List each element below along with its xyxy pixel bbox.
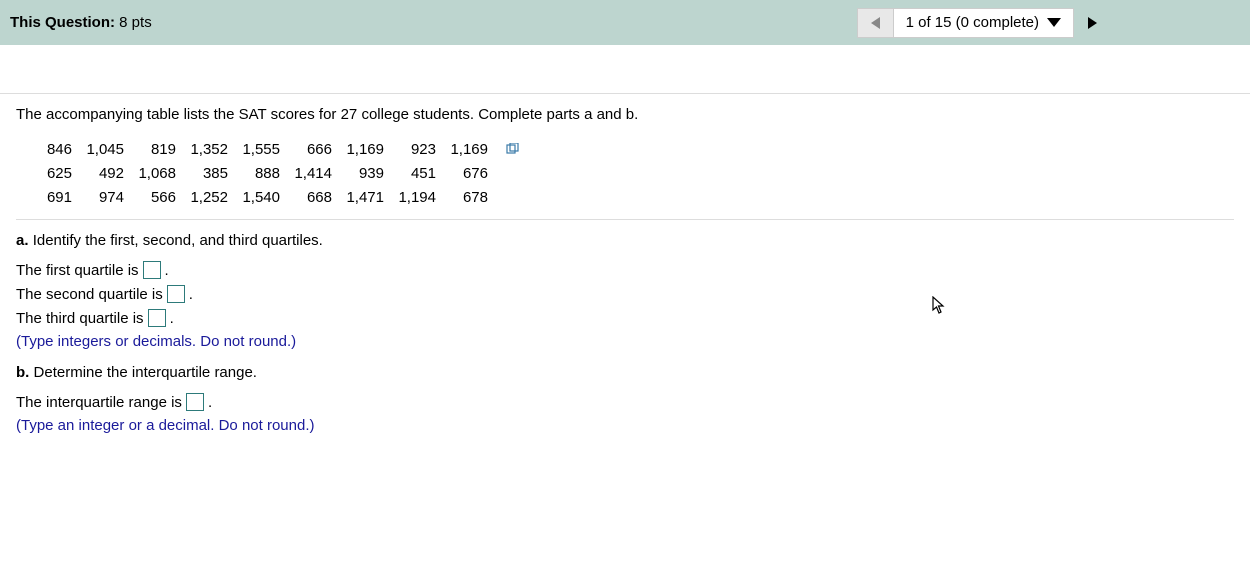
data-cell: 819 [128,141,180,158]
part-a-hint: (Type integers or decimals. Do not round… [16,333,1234,350]
data-cell: 691 [24,189,76,206]
period: . [165,262,169,279]
copy-data-icon[interactable] [506,142,520,156]
part-b-hint: (Type an integer or a decimal. Do not ro… [16,417,1234,434]
data-cell: 492 [76,165,128,182]
data-cell: 1,169 [336,141,388,158]
data-cell: 1,540 [232,189,284,206]
data-cell: 385 [180,165,232,182]
data-cell: 846 [24,141,76,158]
data-cell: 974 [76,189,128,206]
period: . [170,310,174,327]
answer-line-iqr: The interquartile range is . [16,393,1234,411]
data-cell: 1,068 [128,165,180,182]
question-label-prefix: This Question: [10,14,115,31]
part-a-text: Identify the first, second, and third qu… [33,232,323,249]
data-cell: 566 [128,189,180,206]
data-cell: 451 [388,165,440,182]
q1-prefix: The first quartile is [16,262,139,279]
nav-progress-text: 1 of 15 (0 complete) [906,14,1039,31]
data-table: 846 1,045 819 1,352 1,555 666 1,169 923 … [16,137,1234,220]
part-b-text: Determine the interquartile range. [34,364,257,381]
part-a-letter: a. [16,232,29,249]
data-row: 691 974 566 1,252 1,540 668 1,471 1,194 … [24,185,1234,209]
data-cell: 939 [336,165,388,182]
q2-input[interactable] [167,285,185,303]
iqr-prefix: The interquartile range is [16,394,182,411]
question-intro: The accompanying table lists the SAT sco… [16,106,1234,123]
q3-prefix: The third quartile is [16,310,144,327]
data-row: 846 1,045 819 1,352 1,555 666 1,169 923 … [24,137,1234,161]
question-body: The accompanying table lists the SAT sco… [0,94,1250,434]
data-cell: 1,471 [336,189,388,206]
data-cell: 923 [388,141,440,158]
data-row: 625 492 1,068 385 888 1,414 939 451 676 [24,161,1234,185]
data-cell: 668 [284,189,336,206]
answer-line-q3: The third quartile is . [16,309,1234,327]
data-cell: 1,252 [180,189,232,206]
prev-question-button[interactable] [857,8,893,38]
period: . [208,394,212,411]
header-bar: This Question: 8 pts 1 of 15 (0 complete… [0,0,1250,45]
triangle-right-icon [1088,17,1097,29]
q2-prefix: The second quartile is [16,286,163,303]
question-progress-dropdown[interactable]: 1 of 15 (0 complete) [893,8,1074,38]
part-b-letter: b. [16,364,29,381]
data-cell: 888 [232,165,284,182]
triangle-down-icon [1047,18,1061,27]
triangle-left-icon [871,17,880,29]
data-cell: 1,169 [440,141,492,158]
part-b-label: b. Determine the interquartile range. [16,364,1234,381]
data-cell: 1,555 [232,141,284,158]
part-a-label: a. Identify the first, second, and third… [16,232,1234,249]
data-cell: 678 [440,189,492,206]
data-cell: 676 [440,165,492,182]
q3-input[interactable] [148,309,166,327]
data-cell: 1,352 [180,141,232,158]
data-cell: 666 [284,141,336,158]
data-cell: 1,414 [284,165,336,182]
q1-input[interactable] [143,261,161,279]
answer-line-q1: The first quartile is . [16,261,1234,279]
period: . [189,286,193,303]
data-cell: 625 [24,165,76,182]
question-points-label: This Question: 8 pts [10,14,152,31]
question-points: 8 pts [119,14,152,31]
next-question-button[interactable] [1074,8,1110,38]
iqr-input[interactable] [186,393,204,411]
answer-line-q2: The second quartile is . [16,285,1234,303]
question-nav: 1 of 15 (0 complete) [857,8,1110,38]
data-cell: 1,194 [388,189,440,206]
data-cell: 1,045 [76,141,128,158]
